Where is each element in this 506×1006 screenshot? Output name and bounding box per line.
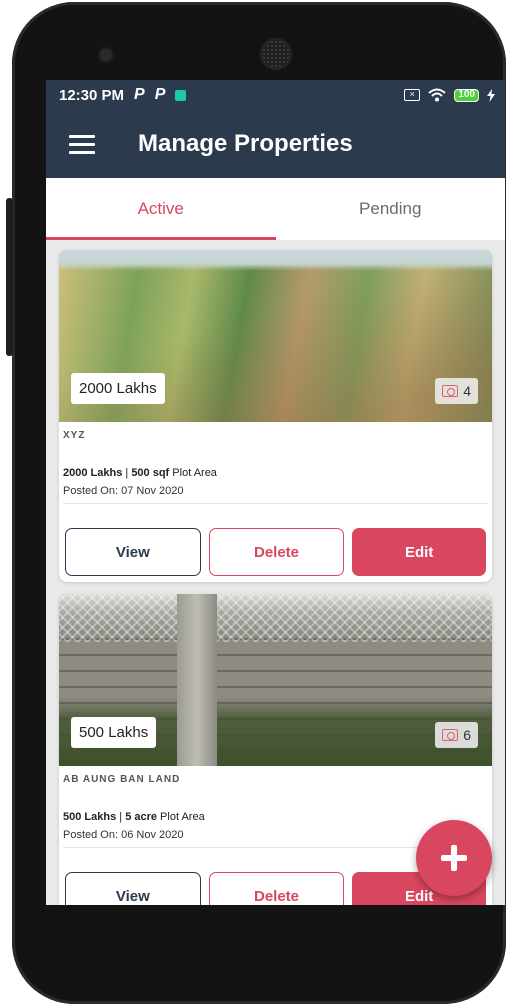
- property-name: XYZ: [63, 430, 86, 441]
- camera-icon: [442, 729, 459, 741]
- front-camera: [100, 49, 112, 61]
- info-separator: |: [116, 811, 126, 823]
- plus-icon: [441, 845, 467, 871]
- property-area-label: Plot Area: [169, 467, 217, 479]
- status-icons: × 100: [404, 88, 495, 102]
- property-name: AB AUNG BAN LAND: [63, 774, 181, 785]
- tab-active[interactable]: Active: [46, 178, 276, 240]
- property-info: 500 Lakhs | 5 acre Plot Area: [63, 811, 488, 823]
- property-card: 2000 Lakhs 4 XYZ 2000 Lakhs | 500 sqf Pl…: [59, 250, 492, 582]
- phone-frame: 12:30 PM P P × 100 Manage Properties Act…: [12, 2, 506, 1004]
- view-button[interactable]: View: [65, 872, 201, 905]
- photo-count: 4: [463, 383, 471, 399]
- earpiece-speaker: [262, 40, 290, 68]
- screen: 12:30 PM P P × 100 Manage Properties Act…: [46, 80, 505, 905]
- photo-count: 6: [463, 727, 471, 743]
- side-button: [6, 198, 13, 356]
- add-property-button[interactable]: [416, 820, 492, 896]
- property-price: 500 Lakhs: [63, 811, 117, 823]
- no-sim-icon: ×: [404, 89, 421, 101]
- photo-detail: [59, 594, 492, 642]
- posted-date: Posted On: 07 Nov 2020: [63, 485, 488, 504]
- delete-button[interactable]: Delete: [208, 528, 345, 576]
- price-badge: 2000 Lakhs: [71, 373, 165, 404]
- property-photo[interactable]: 2000 Lakhs 4: [59, 250, 492, 422]
- photo-detail: [177, 594, 217, 766]
- property-photo[interactable]: 500 Lakhs 6: [59, 594, 492, 766]
- notification-p-icon: P: [154, 86, 166, 103]
- photo-count-badge: 4: [435, 378, 478, 404]
- battery-icon: 100: [454, 88, 479, 102]
- delete-button[interactable]: Delete: [208, 872, 345, 905]
- wifi-icon: [428, 88, 446, 102]
- photo-count-badge: 6: [435, 722, 478, 748]
- property-area: 5 acre: [125, 811, 157, 823]
- notification-p-icon: P: [134, 86, 145, 103]
- price-badge: 500 Lakhs: [71, 717, 157, 748]
- property-area: 500 sqf: [131, 467, 170, 479]
- info-separator: |: [122, 467, 132, 479]
- property-area-label: Plot Area: [157, 811, 205, 823]
- camera-icon: [442, 385, 459, 397]
- status-time: 12:30 PM: [59, 86, 125, 104]
- charging-icon: [487, 88, 495, 102]
- tab-pending[interactable]: Pending: [276, 178, 506, 240]
- property-list: 2000 Lakhs 4 XYZ 2000 Lakhs | 500 sqf Pl…: [46, 240, 505, 905]
- app-bar: Manage Properties: [46, 110, 505, 178]
- property-info: 2000 Lakhs | 500 sqf Plot Area: [63, 467, 488, 479]
- view-button[interactable]: View: [65, 528, 201, 576]
- property-price: 2000 Lakhs: [63, 467, 123, 479]
- page-title: Manage Properties: [138, 130, 353, 157]
- tab-indicator: [46, 237, 276, 240]
- card-actions: View Delete Edit: [59, 504, 492, 582]
- status-bar: 12:30 PM P P × 100: [46, 80, 505, 110]
- notification-app-icon: [175, 89, 187, 101]
- hamburger-menu-icon[interactable]: [69, 134, 95, 154]
- edit-button[interactable]: Edit: [352, 528, 487, 576]
- tab-bar: Active Pending: [46, 178, 505, 240]
- property-details: XYZ 2000 Lakhs | 500 sqf Plot Area Poste…: [59, 422, 492, 504]
